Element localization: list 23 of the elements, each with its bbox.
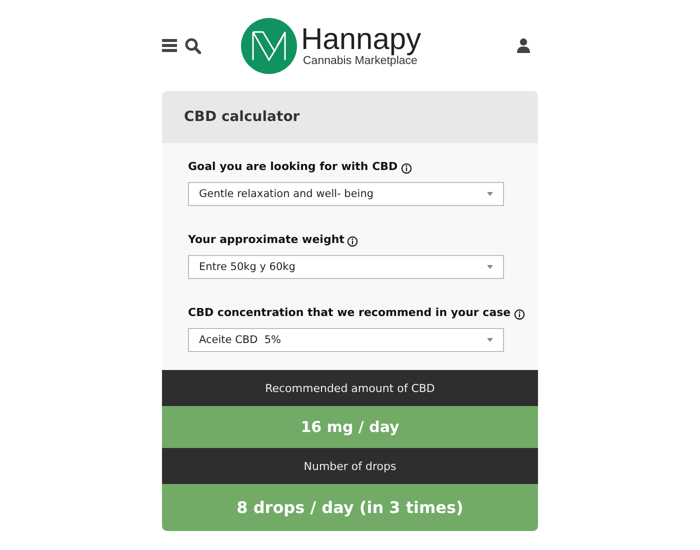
select-field[interactable]: Gentle relaxation and well- being <box>188 182 504 206</box>
logo-icon <box>241 18 297 74</box>
caret-icon <box>487 338 493 342</box>
result-heading: Number of drops <box>304 460 396 472</box>
result-value: 8 drops / day (in 3 times) <box>236 498 464 517</box>
field-label: Your approximate weight <box>188 233 344 246</box>
field-label: Goal you are looking for with CBD <box>188 160 398 173</box>
info-icon[interactable] <box>514 309 525 320</box>
info-icon[interactable] <box>347 236 358 247</box>
menu-icon[interactable] <box>162 39 177 52</box>
result-value: 16 mg / day <box>300 418 400 436</box>
brand-tagline: Cannabis Marketplace <box>303 54 418 66</box>
search-icon[interactable] <box>185 38 201 54</box>
select-field[interactable]: Entre 50kg y 60kg <box>188 255 504 279</box>
result-heading: Recommended amount of CBD <box>265 382 435 394</box>
brand-name: Hannapy <box>301 24 422 54</box>
field-label: CBD concentration that we recommend in your case <box>188 306 511 319</box>
user-icon[interactable] <box>517 38 530 53</box>
caret-icon <box>487 192 493 196</box>
info-icon[interactable] <box>400 163 412 174</box>
card-title: CBD calculator <box>184 109 300 125</box>
select-field[interactable]: Aceite CBD 5% <box>188 328 504 352</box>
caret-icon <box>487 265 493 269</box>
